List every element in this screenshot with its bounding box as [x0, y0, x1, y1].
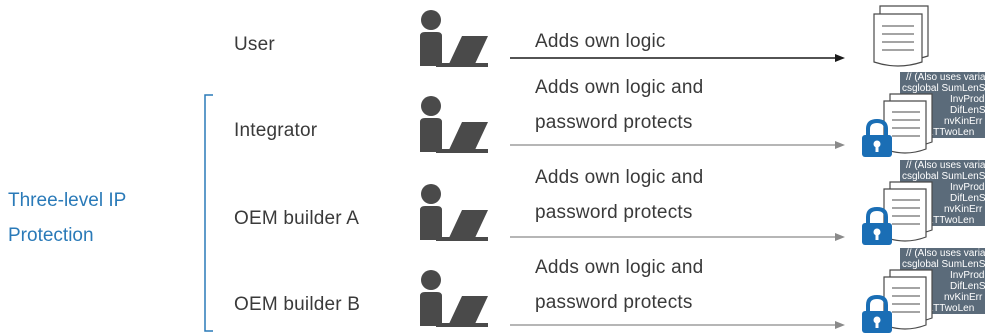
lock-icon: [862, 118, 892, 157]
person-icon: [420, 10, 488, 67]
group-label-line2: Protection: [8, 225, 94, 246]
role-oem-builder-a: OEM builder A: [234, 208, 360, 229]
role-integrator: Integrator: [234, 120, 318, 141]
action-text-oem-b-line2: password protects: [535, 292, 693, 313]
arrow-oem-a: [510, 233, 845, 241]
arrow-oem-b: [510, 321, 845, 329]
protected-document-oem-a: // (Also uses varia csglobal SumLenS Inv…: [858, 160, 985, 246]
lock-icon: [862, 294, 892, 333]
person-icon: [420, 184, 488, 241]
action-text-oem-a-line2: password protects: [535, 202, 693, 223]
action-text-oem-a-line1: Adds own logic and: [535, 167, 704, 188]
action-text-integrator-line1: Adds own logic and: [535, 77, 704, 98]
role-oem-builder-b: OEM builder B: [234, 294, 361, 315]
person-icon: [420, 96, 488, 153]
arrow-user: [510, 54, 845, 62]
arrow-integrator: [510, 141, 845, 149]
action-text-integrator-line2: password protects: [535, 112, 693, 133]
protected-document-oem-b: // (Also uses varia csglobal SumLenS Inv…: [858, 248, 985, 336]
group-label-line1: Three-level IP: [8, 190, 127, 211]
role-user: User: [234, 34, 275, 55]
action-text-oem-b-line1: Adds own logic and: [535, 257, 704, 278]
person-icon: [420, 270, 488, 327]
lock-icon: [862, 206, 892, 245]
protected-document-integrator: // (Also uses varia csglobal SumLenS Inv…: [858, 72, 985, 158]
document-icon: [873, 5, 929, 67]
